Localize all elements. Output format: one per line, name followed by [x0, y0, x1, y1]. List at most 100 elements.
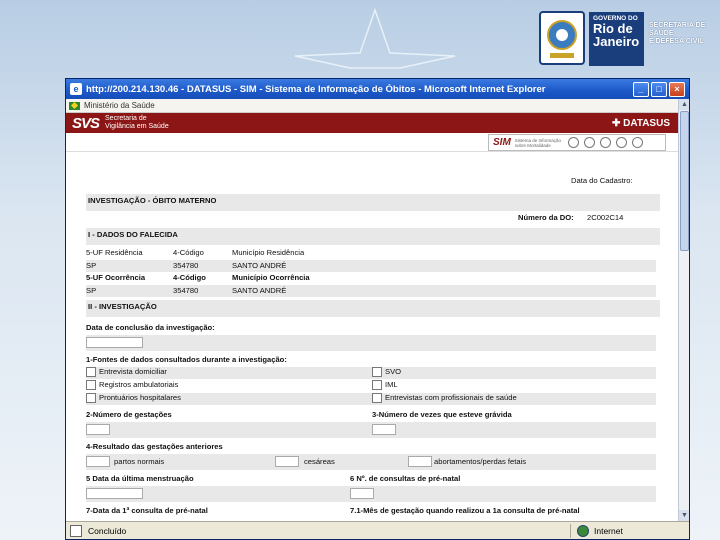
brazil-flag-icon: [69, 101, 80, 110]
numero-do-label: Número da DO:: [518, 213, 574, 222]
partos-input[interactable]: [86, 456, 110, 467]
codigo-residencia-label: 4-Código: [173, 248, 204, 257]
fontes-label: 1-Fontes de dados consultados durante a …: [86, 355, 287, 364]
ministry-bar: Ministério da Saúde: [66, 99, 678, 113]
zone-text: Internet: [594, 526, 623, 536]
checkbox-entrevista-domiciliar[interactable]: [86, 367, 96, 377]
datasus-logo: ✚ DATASUS: [611, 117, 670, 129]
scroll-down-arrow-icon[interactable]: ▼: [679, 510, 689, 521]
gestacoes-input[interactable]: [86, 424, 110, 435]
gestacoes-row: [86, 422, 656, 438]
fonte-prontuarios-hospitalares[interactable]: Prontuários hospitalares: [86, 393, 181, 403]
fonte-entrevistas-profissionais-label: Entrevistas com profissionais de saúde: [385, 393, 517, 402]
abortamentos-input[interactable]: [408, 456, 432, 467]
secretaria-line3: E DEFESA CIVIL: [649, 38, 704, 45]
internet-zone-icon: [577, 525, 589, 537]
ocorrencia-values: SP 354780 SANTO ANDRÉ: [86, 285, 656, 297]
numero-do-value: 2C002C14: [587, 213, 624, 222]
status-zone: Internet: [570, 524, 623, 538]
checkbox-iml[interactable]: [372, 380, 382, 390]
uf-residencia-value: SP: [86, 261, 97, 270]
data-cadastro-label: Data do Cadastro:: [571, 176, 633, 185]
sim-logo: SIM: [493, 137, 511, 148]
data-conclusao-label: Data de conclusão da investigação:: [86, 323, 215, 332]
mes-gestacao-label: 7.1-Mês de gestação quando realizou a 1a…: [350, 506, 580, 515]
cesareas-input[interactable]: [275, 456, 299, 467]
ultima-menstruacao-label: 5 Data da última menstruação: [86, 474, 194, 483]
partos-label: partos normais: [114, 457, 165, 466]
sim-subtitle: Sistema de Informação sobre Mortalidade: [514, 137, 562, 148]
status-text: Concluído: [88, 526, 127, 536]
checkbox-entrevistas-profissionais[interactable]: [372, 393, 382, 403]
print-icon[interactable]: [599, 137, 611, 148]
checkbox-svo[interactable]: [372, 367, 382, 377]
ie-icon: e: [70, 83, 82, 95]
ministry-label[interactable]: Ministério da Saúde: [84, 101, 155, 110]
datasus-label: DATASUS: [623, 117, 670, 129]
fonte-svo[interactable]: SVO: [372, 367, 401, 377]
fonte-registros-ambulatoriais-label: Registros ambulatoriais: [99, 380, 179, 389]
fonte-entrevista-domiciliar-label: Entrevista domiciliar: [99, 367, 167, 376]
fonte-prontuarios-hospitalares-label: Prontuários hospitalares: [99, 393, 181, 402]
governo-logo: GOVERNO DO Rio de Janeiro SECRETARIA DE …: [535, 8, 715, 70]
resultado-label: 4-Resultado das gestações anteriores: [86, 442, 223, 451]
secretaria-line1: SECRETARIA DE: [649, 22, 706, 29]
page-content: Ministério da Saúde SVS Secretaria de Vi…: [66, 99, 678, 521]
exit-icon[interactable]: [631, 137, 643, 148]
maximize-button[interactable]: □: [651, 81, 667, 97]
section-investigacao-title: II - INVESTIGAÇÃO: [88, 302, 157, 311]
scroll-thumb[interactable]: [680, 111, 689, 251]
checkbox-registros-ambulatoriais[interactable]: [86, 380, 96, 390]
help-icon[interactable]: [567, 137, 579, 148]
fonte-entrevistas-profissionais[interactable]: Entrevistas com profissionais de saúde: [372, 393, 517, 403]
ultima-menstruacao-input[interactable]: [86, 488, 143, 499]
codigo-ocorrencia-label: 4-Código: [173, 273, 206, 282]
municipio-residencia-value: SANTO ANDRÉ: [232, 261, 287, 270]
consultas-prenatal-label: 6 Nº. de consultas de pré-natal: [350, 474, 461, 483]
window-titlebar[interactable]: e http://200.214.130.46 - DATASUS - SIM …: [66, 79, 689, 99]
section-falecida: I - DADOS DO FALECIDA: [86, 228, 660, 245]
fonte-iml-label: IML: [385, 380, 398, 389]
svs-logo: SVS: [72, 114, 100, 132]
fontes-row1: [86, 367, 656, 379]
uf-ocorrencia-label: 5-UF Ocorrência: [86, 273, 146, 282]
svs-line2: Vigilância em Saúde: [105, 123, 169, 130]
cesareas-label: cesáreas: [304, 457, 335, 466]
status-bar: Concluído Internet: [66, 521, 689, 539]
vertical-scrollbar[interactable]: ▲ ▼: [678, 99, 689, 521]
codigo-ocorrencia-value: 354780: [173, 286, 199, 295]
resultado-row: partos normais cesáreas abortamentos/per…: [86, 454, 656, 470]
svs-banner: SVS Secretaria de Vigilância em Saúde ✚ …: [66, 113, 678, 133]
fonte-registros-ambulatoriais[interactable]: Registros ambulatoriais: [86, 380, 178, 390]
municipio-residencia-label: Município Residência: [232, 248, 305, 257]
svs-line1: Secretaria de: [105, 115, 147, 122]
uf-residencia-label: 5-UF Residência: [86, 248, 143, 257]
window-title: http://200.214.130.46 - DATASUS - SIM - …: [86, 83, 546, 95]
scroll-up-arrow-icon[interactable]: ▲: [679, 99, 689, 110]
close-button[interactable]: ×: [669, 81, 685, 97]
sim-toolbar: SIM Sistema de Informação sobre Mortalid…: [488, 134, 666, 151]
checkbox-prontuarios-hospitalares[interactable]: [86, 393, 96, 403]
fonte-iml[interactable]: IML: [372, 380, 398, 390]
menstruacao-row: [86, 486, 656, 502]
browser-window: e http://200.214.130.46 - DATASUS - SIM …: [65, 78, 690, 540]
secretaria-line2: SAÚDE: [649, 30, 674, 37]
data-conclusao-input[interactable]: [86, 337, 143, 348]
consultas-prenatal-input[interactable]: [350, 488, 374, 499]
fonte-svo-label: SVO: [385, 367, 402, 376]
secretaria-text: SECRETARIA DE SAÚDE E DEFESA CIVIL: [649, 22, 715, 46]
back-icon[interactable]: [615, 137, 627, 148]
uf-ocorrencia-value: SP: [86, 286, 97, 295]
governo-line3: Janeiro: [593, 34, 640, 49]
vezes-gravida-input[interactable]: [372, 424, 396, 435]
form-heading: INVESTIGAÇÃO - ÓBITO MATERNO: [86, 194, 660, 211]
minimize-button[interactable]: _: [633, 81, 649, 97]
sim-bar: SIM Sistema de Informação sobre Mortalid…: [66, 133, 678, 152]
fonte-entrevista-domiciliar[interactable]: Entrevista domiciliar: [86, 367, 167, 377]
data-conclusao-row: [86, 335, 656, 351]
abortamentos-label: abortamentos/perdas fetais: [434, 457, 527, 466]
svs-text: Secretaria de Vigilância em Saúde: [105, 115, 612, 131]
municipio-ocorrencia-label: Município Ocorrência: [232, 273, 310, 282]
page-done-icon: [70, 525, 82, 537]
home-icon[interactable]: [583, 137, 595, 148]
